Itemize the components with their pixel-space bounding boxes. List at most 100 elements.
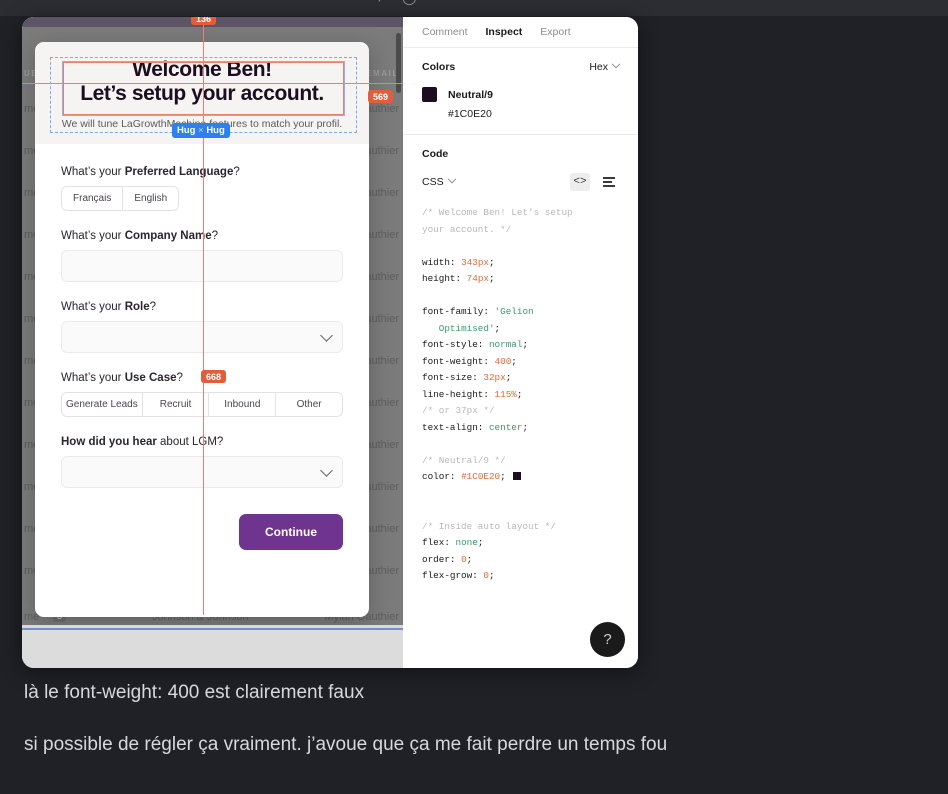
help-button[interactable]: ? (590, 622, 625, 657)
code-prop-color-value: #1C0E20 (461, 471, 501, 482)
color-token-name: Neutral/9 (448, 88, 493, 101)
code-language-value: CSS (422, 176, 444, 188)
top-cropped-strip: ⌐◡ (0, 0, 948, 16)
figma-canvas-pane[interactable]: UE EMAIL me authier me authier me authier me au… (22, 17, 403, 668)
chat-message-area: là le font-weight: 400 est clairement fa… (0, 680, 948, 784)
list-view-icon[interactable] (599, 173, 619, 191)
field-label-prefix: What’s your (61, 165, 125, 178)
code-section-header: Code (422, 148, 619, 160)
code-prop-width-name: width: (422, 256, 456, 268)
code-comment-lineheight: /* or 37px */ (422, 405, 495, 416)
code-prop-flexgrow-name: flex-grow: (422, 570, 478, 581)
field-label: How did you hear about LGM? (61, 436, 343, 448)
field-label: What’s your Preferred Language? (61, 166, 343, 178)
bg-cell-person: authier (365, 271, 399, 283)
chevron-down-icon (447, 174, 456, 184)
field-label-suffix: ? (233, 165, 240, 178)
continue-button[interactable]: Continue (239, 513, 343, 550)
code-prop-lineheight-value: 115% (494, 388, 517, 400)
hug-chip-separator: × (198, 125, 204, 136)
color-entry-row[interactable]: Neutral/9 (422, 87, 619, 102)
segmented-option[interactable]: Français (62, 186, 124, 210)
code-section: Code CSS <> (403, 135, 638, 191)
continue-row: Continue (61, 513, 343, 550)
colors-section-header: Colors Hex (422, 59, 621, 73)
color-hex-value[interactable]: #1C0E20 (448, 108, 619, 120)
bg-cell-person: authier (365, 565, 399, 577)
modal-title: Welcome Ben! Let’s setup your account. (49, 58, 355, 107)
form-field: What’s your Company Name? (61, 230, 343, 282)
code-controls-row: CSS <> (422, 173, 619, 191)
inspect-panel: Comment Inspect Export Colors Hex Neutral/… (403, 17, 638, 668)
code-prop-fontfamily-value-b: Optimised' (438, 322, 495, 334)
field-label-emphasis: Preferred Language (124, 165, 234, 178)
bg-col-header-email: EMAIL (366, 69, 399, 78)
select-input[interactable] (61, 320, 343, 353)
select-input[interactable] (61, 455, 343, 488)
field-label-prefix: What’s your (61, 229, 125, 242)
code-prop-fontstyle-value: normal (488, 339, 523, 350)
hug-chip-right: Hug (206, 125, 225, 136)
field-label-suffix: ? (211, 229, 219, 242)
bg-cell-person: authier (365, 523, 399, 535)
code-prop-textalign-name: text-align: (422, 421, 484, 433)
code-prop-order-name: order: (422, 553, 456, 565)
code-prop-fontfamily-name: font-family: (422, 306, 489, 317)
code-prop-fontweight-name: font-weight: (422, 355, 489, 367)
tab-comment[interactable]: Comment (422, 26, 468, 38)
field-label-suffix: about LGM? (156, 435, 224, 448)
preview-scrollbar[interactable] (396, 33, 401, 93)
colors-section: Colors Hex Neutral/9 #1C0E20 (403, 48, 638, 135)
inspect-tab-bar: Comment Inspect Export (403, 17, 638, 48)
field-label-emphasis: Company Name (124, 229, 212, 242)
measurement-badge-136: 136 (191, 17, 217, 25)
code-language-dropdown[interactable]: CSS (422, 174, 456, 188)
modal-title-line-2: Let’s setup your account. (80, 82, 324, 106)
css-code-block[interactable]: /* Welcome Ben! Let’s setup your account… (403, 191, 638, 585)
field-label-suffix: ? (149, 300, 157, 313)
segmented-option[interactable]: English (123, 186, 179, 210)
segmented-option[interactable]: Other (276, 392, 342, 416)
bg-cell-person: authier (365, 229, 399, 241)
modal-title-line-1: Welcome Ben! (132, 58, 272, 81)
color-swatch (422, 87, 437, 102)
segmented-option[interactable]: Recruit (142, 392, 210, 416)
bg-cell-person: authier (365, 103, 399, 115)
measurement-badge-668: 668 (201, 370, 227, 383)
code-prop-color-name: color: (422, 471, 456, 482)
tab-export[interactable]: Export (540, 26, 570, 38)
form-field: How did you hear about LGM? (61, 436, 343, 488)
preview-page-body: UE EMAIL me authier me authier me authier me au… (22, 27, 403, 625)
cropped-glyph-fragment: ⌐◡ (378, 0, 431, 8)
lines-glyph (603, 177, 615, 187)
colors-section-title: Colors (422, 61, 456, 73)
hug-size-chip: Hug × Hug (172, 123, 230, 138)
figma-window: UE EMAIL me authier me authier me authier me au… (22, 17, 638, 668)
code-comment-title-1: /* Welcome Ben! Let’s setup (422, 207, 573, 218)
modal-fields-list: What’s your Preferred Language? Français E… (61, 166, 343, 488)
chat-message: si possible de régler ça vraiment. j’avo… (24, 734, 668, 755)
text-input[interactable] (61, 249, 343, 282)
chevron-down-icon (320, 328, 333, 342)
bg-cell-person: authier (365, 397, 399, 409)
code-prop-flex-value: none (455, 537, 478, 548)
hug-chip-left: Hug (177, 125, 196, 136)
code-prop-fontstyle-name: font-style: (422, 339, 484, 350)
code-view-icon[interactable]: <> (570, 173, 590, 191)
tab-inspect[interactable]: Inspect (486, 26, 523, 38)
code-prop-fontfamily-value-a: 'Gelion (494, 306, 534, 317)
bg-cell-person: authier (365, 145, 399, 157)
code-section-title: Code (422, 148, 449, 160)
code-prop-width-value: 343px (461, 256, 489, 268)
modal-body: What’s your Preferred Language? Français E… (35, 144, 369, 550)
field-label-prefix: What’s your (61, 371, 125, 384)
segmented-control: Generate Leads Recruit Inbound Other (61, 391, 343, 417)
field-label-emphasis: Role (124, 300, 150, 313)
chevron-down-icon (611, 59, 621, 69)
code-prop-height-value: 74px (466, 273, 489, 284)
form-field: What’s your Role? (61, 301, 343, 353)
segmented-option[interactable]: Generate Leads (62, 392, 143, 416)
segmented-option[interactable]: Inbound (209, 392, 277, 416)
browser-footer-bar (22, 628, 403, 668)
color-format-dropdown[interactable]: Hex (589, 59, 621, 73)
